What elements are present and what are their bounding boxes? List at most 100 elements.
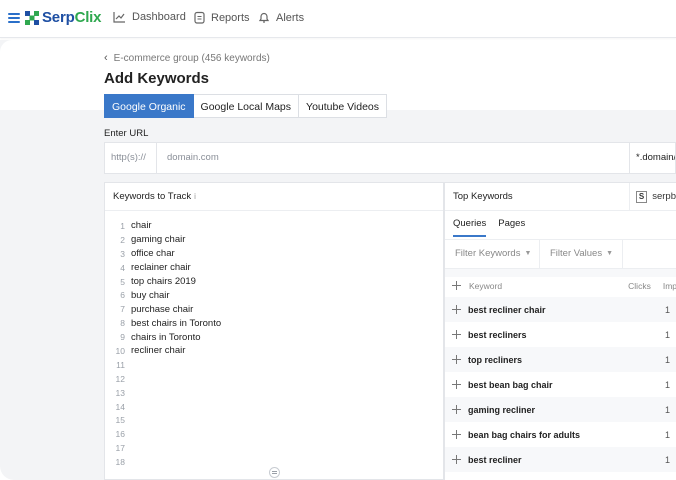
keyword-line[interactable]: 10 recliner chair (105, 344, 221, 358)
report-icon (194, 11, 205, 24)
filter-keywords-dropdown[interactable]: Filter Keywords ▼ (445, 240, 540, 268)
keyword-text: chairs in Toronto (131, 331, 201, 343)
keyword-line[interactable]: 1 chair (105, 219, 221, 233)
table-header: Keyword Clicks Imp (445, 277, 676, 295)
logo-mark-icon (25, 10, 39, 25)
top-keywords-header: Top Keywords S serpb (445, 182, 676, 211)
add-keyword-icon[interactable] (452, 430, 461, 439)
line-number: 16 (115, 429, 125, 440)
spacer (445, 269, 676, 277)
add-keyword-icon[interactable] (452, 305, 461, 314)
menu-icon[interactable] (8, 13, 20, 23)
keyword-line[interactable]: 12 (105, 372, 221, 386)
nav-reports-label: Reports (211, 11, 250, 24)
breadcrumb[interactable]: ‹ E-commerce group (456 keywords) (104, 52, 270, 64)
clicks-cell: 1 (664, 429, 670, 440)
clicks-cell: 1 (664, 354, 670, 365)
bell-icon (258, 12, 270, 23)
table-row: best recliner chair 1 (445, 297, 676, 322)
info-icon[interactable]: i (194, 192, 196, 201)
tab-pages[interactable]: Pages (498, 218, 525, 237)
keyword-line[interactable]: 4 reclainer chair (105, 261, 221, 275)
table-row: bean bag chairs for adults 1 (445, 422, 676, 447)
table-row: gaming recliner 1 (445, 397, 676, 422)
keyword-cell: best recliner chair (468, 304, 546, 315)
line-number: 6 (120, 290, 125, 301)
keyword-line[interactable]: 13 (105, 386, 221, 400)
table-row: best recliners 1 (445, 322, 676, 347)
match-type-select[interactable]: *.domain/ (629, 143, 675, 173)
add-all-icon[interactable] (452, 281, 461, 290)
clicks-cell: 1 (664, 454, 670, 465)
line-number: 12 (115, 373, 125, 384)
keyword-line[interactable]: 7 purchase chair (105, 302, 221, 316)
keyword-text: gaming chair (131, 234, 186, 246)
table-row: best bean bag chair 1 (445, 372, 676, 397)
line-number: 13 (115, 387, 125, 398)
line-number: 10 (115, 345, 125, 356)
clicks-cell: 1 (664, 379, 670, 390)
top-keywords-title: Top Keywords (453, 191, 513, 202)
keywords-panel: Keywords to Track i 1 chair 2 gaming chair 3 o… (104, 182, 444, 480)
domain-input[interactable]: domain.com (157, 143, 629, 173)
add-keyword-icon[interactable] (452, 405, 461, 414)
add-keyword-icon[interactable] (452, 455, 461, 464)
nav-dashboard[interactable]: Dashboard (113, 11, 186, 23)
resize-handle-icon[interactable] (269, 467, 280, 478)
column-keyword[interactable]: Keyword (469, 281, 616, 291)
brand-logo[interactable]: SerpClix (24, 9, 101, 26)
keyword-line[interactable]: 2 gaming chair (105, 233, 221, 247)
tab-youtube-videos[interactable]: Youtube Videos (299, 94, 388, 118)
url-input-group: http(s):// domain.com *.domain/ (104, 142, 676, 174)
keyword-line[interactable]: 9 chairs in Toronto (105, 330, 221, 344)
filter-bar: Filter Keywords ▼ Filter Values ▼ (445, 240, 676, 268)
page-title: Add Keywords (104, 70, 210, 87)
column-clicks[interactable]: Clicks (616, 281, 651, 291)
line-number: 5 (120, 276, 125, 287)
site-name: serpb (652, 191, 676, 202)
keyword-line[interactable]: 5 top chairs 2019 (105, 275, 221, 289)
keyword-line[interactable]: 18 (105, 455, 221, 469)
nav-reports[interactable]: Reports (194, 11, 250, 24)
add-keyword-icon[interactable] (452, 330, 461, 339)
tab-google-local-maps[interactable]: Google Local Maps (193, 94, 300, 118)
chevron-left-icon: ‹ (104, 52, 108, 64)
line-number: 18 (115, 457, 125, 468)
breadcrumb-label: E-commerce group (456 keywords) (113, 52, 270, 64)
search-engine-tabs: Google Organic Google Local Maps Youtube… (104, 94, 388, 118)
top-navbar: SerpClix Dashboard Reports Alerts (0, 0, 676, 38)
keywords-textarea[interactable]: 1 chair 2 gaming chair 3 office char 4 reclaine… (105, 219, 222, 469)
keyword-line[interactable]: 11 (105, 358, 221, 372)
brand-name: SerpClix (42, 9, 102, 26)
keywords-panel-header: Keywords to Track i (105, 183, 443, 211)
keyword-text: reclainer chair (131, 262, 191, 274)
filter-values-dropdown[interactable]: Filter Values ▼ (540, 240, 623, 268)
tab-queries[interactable]: Queries (453, 218, 487, 237)
clicks-cell: 1 (664, 304, 670, 315)
nav-dashboard-label: Dashboard (132, 11, 186, 23)
keyword-line[interactable]: 14 (105, 400, 221, 414)
chart-icon (113, 12, 125, 23)
column-impressions[interactable]: Imp (663, 281, 676, 291)
keyword-line[interactable]: 3 office char (105, 247, 221, 261)
tab-google-organic[interactable]: Google Organic (104, 94, 194, 118)
line-number: 3 (120, 248, 125, 259)
filter-keywords-label: Filter Keywords (455, 248, 521, 259)
keyword-line[interactable]: 8 best chairs in Toronto (105, 316, 221, 330)
keyword-line[interactable]: 17 (105, 441, 221, 455)
keyword-line[interactable]: 6 buy chair (105, 288, 221, 302)
line-number: 7 (120, 304, 125, 315)
protocol-field[interactable]: http(s):// (105, 143, 157, 173)
keyword-line[interactable]: 15 (105, 413, 221, 427)
keyword-cell: bean bag chairs for adults (468, 429, 581, 440)
site-selector[interactable]: S serpb (628, 182, 676, 211)
nav-alerts-label: Alerts (276, 11, 305, 24)
keyword-line[interactable]: 16 (105, 427, 221, 441)
nav-alerts[interactable]: Alerts (258, 11, 304, 24)
line-number: 17 (115, 443, 125, 454)
add-keyword-icon[interactable] (452, 380, 461, 389)
line-number: 4 (120, 262, 125, 273)
add-keyword-icon[interactable] (452, 355, 461, 364)
filter-values-label: Filter Values (550, 248, 603, 259)
keyword-text: chair (131, 220, 152, 232)
